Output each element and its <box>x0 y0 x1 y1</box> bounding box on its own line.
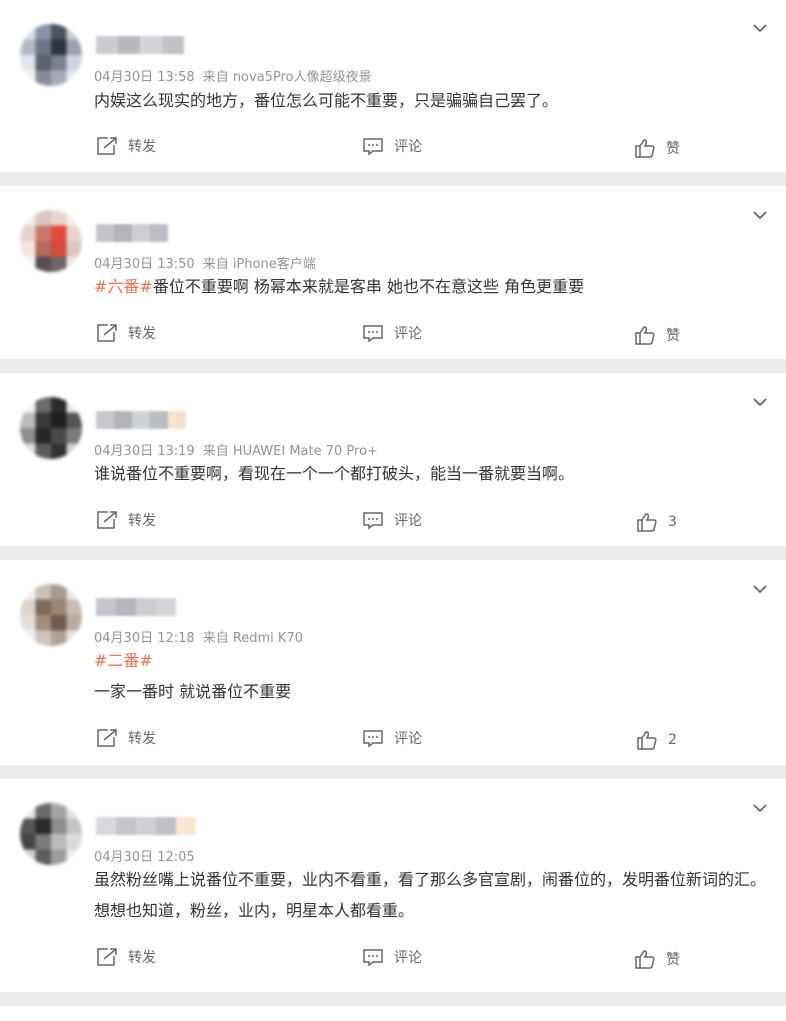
nickname-blurred[interactable] <box>96 222 168 244</box>
like-button[interactable]: 赞 <box>634 949 680 969</box>
next-comment-card <box>0 1006 786 1021</box>
divider <box>0 546 786 560</box>
comment-icon <box>363 512 383 530</box>
like-button[interactable]: 2 <box>636 730 677 750</box>
post-time: 04月30日 12:18 <box>94 631 195 646</box>
comment-text: #六番#番位不重要啊 杨幂本来就是客串 她也不在意这些 角色更重要 <box>94 277 585 296</box>
chevron-down-icon[interactable] <box>752 581 768 597</box>
post-meta: 04月30日 12:05 <box>94 846 195 865</box>
comment-button[interactable]: 评论 <box>362 947 422 967</box>
repost-button[interactable]: 转发 <box>96 947 156 967</box>
post-time: 04月30日 13:50 <box>94 257 195 272</box>
comment-text: 内娱这么现实的地方，番位怎么可能不重要，只是骗骗自己罢了。 <box>94 91 559 110</box>
divider <box>0 765 786 779</box>
comment-card: 04月30日 13:58 来自 nova5Pro人像超级夜景 内娱这么现实的地方，… <box>0 0 786 172</box>
thumbs-up-icon <box>635 326 655 345</box>
repost-button[interactable]: 转发 <box>96 136 156 156</box>
repost-icon <box>97 324 117 342</box>
comment-card: 04月30日 13:50 来自 iPhone客户端 #六番#番位不重要啊 杨幂本来… <box>0 186 786 359</box>
hashtag-link[interactable]: #六番# <box>94 277 153 296</box>
thumbs-up-icon <box>635 950 655 969</box>
post-time: 04月30日 12:05 <box>94 850 195 865</box>
repost-icon <box>97 948 117 966</box>
divider <box>0 359 786 373</box>
repost-button[interactable]: 转发 <box>96 323 156 343</box>
post-meta: 04月30日 12:18 来自 Redmi K70 <box>94 627 303 646</box>
post-time: 04月30日 13:58 <box>94 70 195 85</box>
comment-text: 谁说番位不重要啊，看现在一个一个都打破头，能当一番就要当啊。 <box>94 464 575 483</box>
post-time: 04月30日 13:19 <box>94 444 195 459</box>
comment-icon <box>363 730 383 748</box>
comment-card: 04月30日 12:18 来自 Redmi K70 #二番# 一家一番时 就说番位… <box>0 560 786 765</box>
repost-icon <box>97 511 117 529</box>
chevron-down-icon[interactable] <box>752 800 768 816</box>
nickname-blurred[interactable] <box>96 34 184 56</box>
avatar[interactable] <box>20 803 82 865</box>
hashtag-link[interactable]: #二番# <box>94 651 153 670</box>
comment-button[interactable]: 评论 <box>362 323 422 343</box>
comment-text: #二番# 一家一番时 就说番位不重要 <box>94 651 292 701</box>
like-count: 3 <box>668 514 677 530</box>
thumbs-up-icon <box>637 513 657 532</box>
post-source[interactable]: 来自 nova5Pro人像超级夜景 <box>203 70 372 85</box>
avatar[interactable] <box>20 210 82 272</box>
comment-button[interactable]: 评论 <box>362 136 422 156</box>
like-button[interactable]: 赞 <box>634 138 680 158</box>
chevron-down-icon[interactable] <box>752 394 768 410</box>
thumbs-up-icon <box>637 731 657 750</box>
like-button[interactable]: 3 <box>636 512 677 532</box>
divider <box>0 172 786 186</box>
chevron-down-icon[interactable] <box>752 207 768 223</box>
nickname-blurred[interactable] <box>96 815 196 837</box>
comment-button[interactable]: 评论 <box>362 510 422 530</box>
comment-icon <box>363 138 383 156</box>
post-source[interactable]: 来自 Redmi K70 <box>203 631 303 646</box>
nickname-blurred[interactable] <box>96 409 186 431</box>
like-count: 2 <box>668 732 677 748</box>
nickname-blurred[interactable] <box>96 596 176 618</box>
avatar[interactable] <box>20 24 82 86</box>
avatar[interactable] <box>20 397 82 459</box>
repost-icon <box>97 137 117 155</box>
post-meta: 04月30日 13:19 来自 HUAWEI Mate 70 Pro+ <box>94 440 378 459</box>
post-meta: 04月30日 13:58 来自 nova5Pro人像超级夜景 <box>94 66 372 85</box>
post-source[interactable]: 来自 HUAWEI Mate 70 Pro+ <box>203 444 378 459</box>
comment-icon <box>363 949 383 967</box>
avatar[interactable] <box>20 584 82 646</box>
post-source[interactable]: 来自 iPhone客户端 <box>203 257 316 272</box>
repost-button[interactable]: 转发 <box>96 728 156 748</box>
post-meta: 04月30日 13:50 来自 iPhone客户端 <box>94 253 316 272</box>
comment-button[interactable]: 评论 <box>362 728 422 748</box>
repost-button[interactable]: 转发 <box>96 510 156 530</box>
chevron-down-icon[interactable] <box>752 20 768 36</box>
comment-card: 04月30日 12:05 虽然粉丝嘴上说番位不重要，业内不看重，看了那么多官宣剧… <box>0 779 786 992</box>
comment-icon <box>363 325 383 343</box>
thumbs-up-icon <box>635 139 655 158</box>
like-button[interactable]: 赞 <box>634 325 680 345</box>
comment-text: 虽然粉丝嘴上说番位不重要，业内不看重，看了那么多官宣剧，闹番位的，发明番位新词的… <box>94 870 767 920</box>
comment-feed: 04月30日 13:58 来自 nova5Pro人像超级夜景 内娱这么现实的地方，… <box>0 0 786 1021</box>
comment-card: 04月30日 13:19 来自 HUAWEI Mate 70 Pro+ 谁说番位不… <box>0 373 786 546</box>
repost-icon <box>97 729 117 747</box>
